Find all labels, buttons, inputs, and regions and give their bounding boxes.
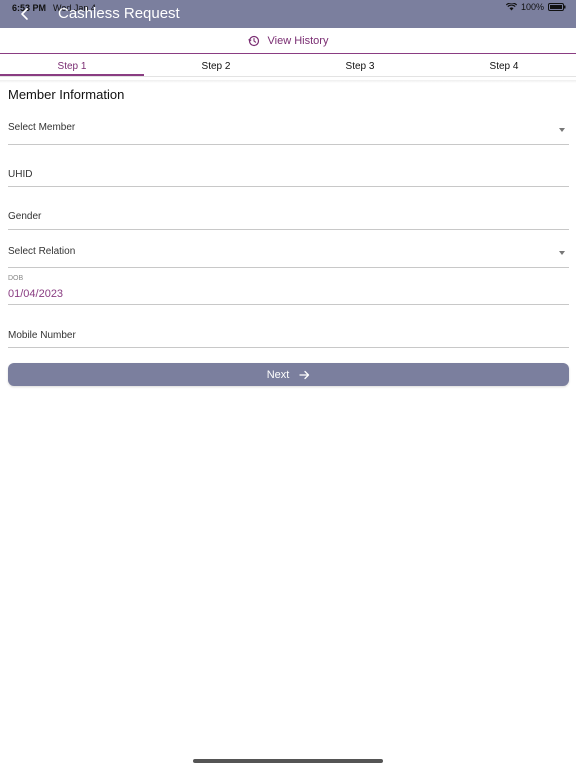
tab-step-1[interactable]: Step 1 bbox=[0, 58, 144, 76]
next-button[interactable]: Next bbox=[8, 363, 569, 386]
select-relation-dropdown[interactable]: Select Relation bbox=[8, 238, 569, 268]
gender-field[interactable]: Gender bbox=[8, 200, 569, 230]
uhid-field[interactable]: UHID bbox=[8, 158, 569, 187]
select-member-dropdown[interactable]: Select Member bbox=[8, 112, 569, 145]
select-relation-label: Select Relation bbox=[8, 246, 76, 257]
chevron-down-icon bbox=[559, 128, 565, 132]
step-tabs: Step 1 Step 2 Step 3 Step 4 bbox=[0, 58, 576, 76]
view-history-button[interactable]: View History bbox=[0, 29, 576, 53]
status-indicators: 100% bbox=[505, 2, 566, 12]
tab-step-4[interactable]: Step 4 bbox=[432, 58, 576, 76]
mobile-number-field[interactable]: Mobile Number bbox=[8, 318, 569, 348]
divider bbox=[0, 76, 576, 77]
tab-step-2[interactable]: Step 2 bbox=[144, 58, 288, 76]
next-label: Next bbox=[266, 368, 290, 381]
divider bbox=[0, 53, 576, 54]
battery-icon bbox=[548, 3, 566, 11]
dob-label: DOB bbox=[8, 275, 24, 282]
chevron-down-icon bbox=[559, 251, 565, 255]
arrow-right-icon bbox=[299, 370, 310, 379]
uhid-label: UHID bbox=[8, 169, 33, 180]
tab-step-3[interactable]: Step 3 bbox=[288, 58, 432, 76]
mobile-number-label: Mobile Number bbox=[8, 330, 76, 341]
dob-value: 01/04/2023 bbox=[8, 288, 64, 300]
home-indicator bbox=[193, 759, 383, 763]
back-button[interactable] bbox=[16, 6, 34, 22]
divider-shadow bbox=[0, 80, 576, 83]
section-title: Member Information bbox=[8, 87, 125, 102]
gender-label: Gender bbox=[8, 211, 42, 222]
dob-field[interactable]: DOB 01/04/2023 bbox=[8, 275, 569, 305]
select-member-label: Select Member bbox=[8, 122, 76, 133]
battery-percent: 100% bbox=[520, 2, 544, 12]
wifi-icon bbox=[505, 3, 517, 11]
app-header: 6:53 PM Wed Jan 4 100% Cashless Request bbox=[0, 0, 576, 28]
page-title: Cashless Request bbox=[58, 5, 180, 22]
view-history-label: View History bbox=[267, 35, 329, 47]
history-icon bbox=[247, 35, 259, 47]
